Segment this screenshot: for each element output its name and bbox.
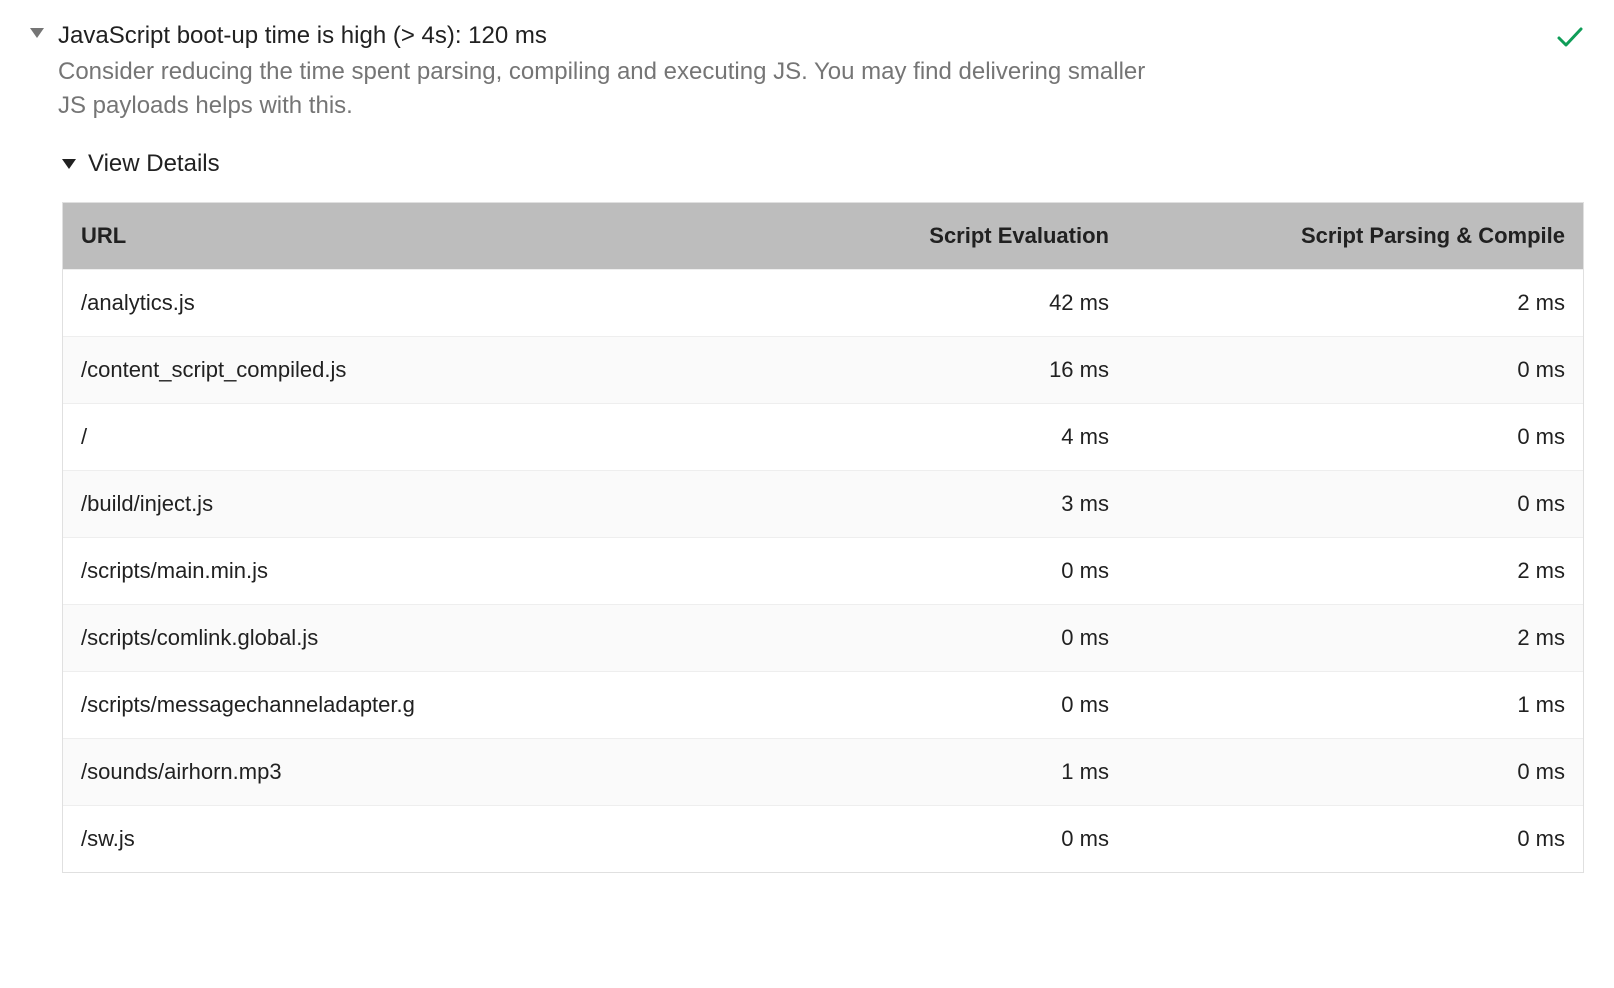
table-row: /scripts/comlink.global.js0 ms2 ms (63, 605, 1583, 672)
details-section: View Details URL Script Evaluation Scrip… (62, 150, 1584, 873)
cell-script-evaluation: 0 ms (793, 538, 1127, 605)
table-row: /scripts/main.min.js0 ms2 ms (63, 538, 1583, 605)
cell-url: /content_script_compiled.js (63, 337, 793, 404)
cell-url: /scripts/comlink.global.js (63, 605, 793, 672)
cell-script-parsing: 0 ms (1127, 337, 1583, 404)
audit-header: JavaScript boot-up time is high (> 4s): … (30, 20, 1584, 122)
cell-script-evaluation: 0 ms (793, 605, 1127, 672)
audit-title-wrap: JavaScript boot-up time is high (> 4s): … (58, 20, 1584, 122)
cell-script-parsing: 0 ms (1127, 806, 1583, 873)
table-row: /content_script_compiled.js16 ms0 ms (63, 337, 1583, 404)
details-table-wrap: URL Script Evaluation Script Parsing & C… (62, 202, 1584, 873)
view-details-toggle[interactable]: View Details (62, 150, 1584, 178)
cell-url: /scripts/messagechanneladapter.g (63, 672, 793, 739)
cell-script-evaluation: 4 ms (793, 404, 1127, 471)
table-body: /analytics.js42 ms2 ms/content_script_co… (63, 270, 1583, 873)
table-row: /4 ms0 ms (63, 404, 1583, 471)
cell-script-parsing: 0 ms (1127, 471, 1583, 538)
cell-url: /sw.js (63, 806, 793, 873)
cell-script-evaluation: 1 ms (793, 739, 1127, 806)
table-row: /sw.js0 ms0 ms (63, 806, 1583, 873)
chevron-down-icon (62, 159, 76, 169)
cell-script-parsing: 0 ms (1127, 404, 1583, 471)
cell-script-parsing: 2 ms (1127, 538, 1583, 605)
header-script-parsing: Script Parsing & Compile (1127, 203, 1583, 270)
header-url: URL (63, 203, 793, 270)
table-row: /analytics.js42 ms2 ms (63, 270, 1583, 337)
cell-script-parsing: 0 ms (1127, 739, 1583, 806)
cell-url: / (63, 404, 793, 471)
cell-url: /sounds/airhorn.mp3 (63, 739, 793, 806)
cell-url: /build/inject.js (63, 471, 793, 538)
cell-url: /scripts/main.min.js (63, 538, 793, 605)
view-details-label: View Details (88, 150, 220, 178)
cell-script-parsing: 2 ms (1127, 270, 1583, 337)
audit-title: JavaScript boot-up time is high (> 4s): … (58, 20, 1584, 51)
audit-description: Consider reducing the time spent parsing… (58, 55, 1158, 122)
table-row: /sounds/airhorn.mp31 ms0 ms (63, 739, 1583, 806)
cell-script-parsing: 2 ms (1127, 605, 1583, 672)
cell-url: /analytics.js (63, 270, 793, 337)
header-script-evaluation: Script Evaluation (793, 203, 1127, 270)
cell-script-parsing: 1 ms (1127, 672, 1583, 739)
cell-script-evaluation: 16 ms (793, 337, 1127, 404)
table-header-row: URL Script Evaluation Script Parsing & C… (63, 203, 1583, 270)
table-row: /build/inject.js3 ms0 ms (63, 471, 1583, 538)
cell-script-evaluation: 0 ms (793, 672, 1127, 739)
details-table: URL Script Evaluation Script Parsing & C… (63, 203, 1583, 872)
expand-toggle-icon[interactable] (30, 28, 44, 38)
cell-script-evaluation: 3 ms (793, 471, 1127, 538)
cell-script-evaluation: 0 ms (793, 806, 1127, 873)
checkmark-icon (1556, 26, 1584, 53)
table-row: /scripts/messagechanneladapter.g0 ms1 ms (63, 672, 1583, 739)
cell-script-evaluation: 42 ms (793, 270, 1127, 337)
